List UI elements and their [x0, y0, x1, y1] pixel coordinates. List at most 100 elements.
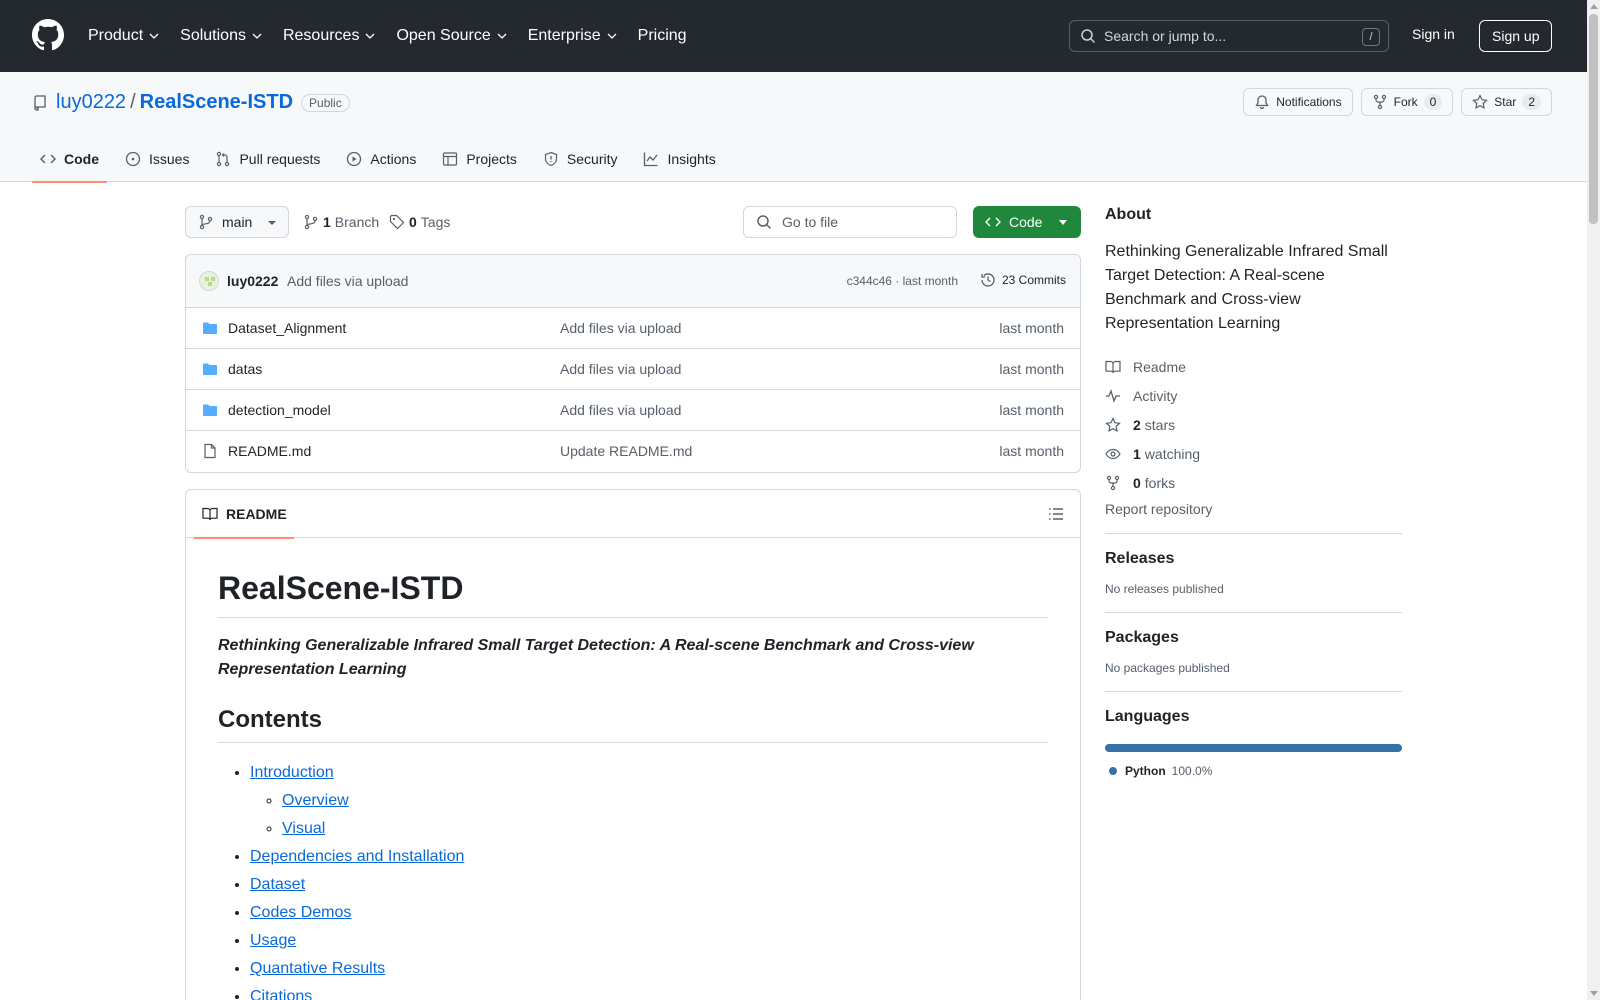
code-dropdown-button[interactable]: Code [973, 206, 1081, 238]
commit-message-link[interactable]: Add files via upload [287, 273, 408, 289]
file-row[interactable]: Dataset_Alignment Add files via upload l… [186, 308, 1080, 349]
releases-note: No releases published [1105, 582, 1224, 596]
nav-open-source[interactable]: Open Source [396, 27, 507, 45]
watching-link[interactable]: 1 watching [1105, 439, 1402, 468]
stars-link[interactable]: 2 stars [1105, 410, 1402, 439]
readme-link[interactable]: Readme [1105, 352, 1402, 381]
nav-solutions[interactable]: Solutions [180, 27, 263, 45]
star-button[interactable]: Star 2 [1461, 88, 1552, 116]
repo-header: luy0222 / RealScene-ISTD Public Notifica… [0, 72, 1587, 183]
tab-insights[interactable]: Insights [635, 136, 723, 182]
repo-name-link[interactable]: RealScene-ISTD [140, 91, 293, 114]
search-input[interactable]: Search or jump to... / [1069, 20, 1389, 52]
search-shortcut-key: / [1362, 28, 1380, 46]
issue-icon [125, 151, 141, 167]
toc-link-visual[interactable]: Visual [282, 820, 325, 837]
file-row[interactable]: README.md Update README.md last month [186, 431, 1080, 472]
pulse-icon [1106, 388, 1120, 403]
repo-title: luy0222 / RealScene-ISTD Public [32, 91, 350, 114]
page-scrollbar[interactable] [1587, 0, 1600, 1000]
about-sidebar: About Rethinking Generalizable Infrared … [1105, 206, 1402, 778]
language-color-dot [1109, 767, 1117, 775]
packages-section: Packages No packages published [1105, 612, 1402, 675]
repo-separator: / [130, 91, 136, 113]
code-icon [985, 217, 1001, 227]
chevron-down-icon [149, 33, 159, 39]
table-icon [443, 152, 458, 166]
scroll-down-arrow-icon[interactable] [1590, 991, 1598, 996]
nav-pricing[interactable]: Pricing [638, 27, 687, 45]
notifications-button[interactable]: Notifications [1243, 88, 1353, 116]
toc-link-introduction[interactable]: Introduction [250, 764, 334, 781]
file-row[interactable]: detection_model Add files via upload las… [186, 390, 1080, 431]
avatar[interactable] [199, 271, 219, 291]
branch-selector[interactable]: main [185, 206, 289, 238]
languages-heading: Languages [1105, 708, 1190, 725]
tags-link[interactable]: 0 Tags [389, 206, 450, 238]
outline-list-icon[interactable] [1048, 506, 1064, 522]
branches-link[interactable]: 1 Branch [303, 206, 379, 238]
fork-button[interactable]: Fork 0 [1360, 88, 1454, 116]
file-toolbar: main 1 Branch 0 Tags Go to file Code [185, 206, 1081, 238]
toc-link-dependencies[interactable]: Dependencies and Installation [250, 848, 464, 865]
toc-link-citations[interactable]: Citations [250, 988, 312, 1000]
file-icon [204, 443, 216, 459]
toc-link-overview[interactable]: Overview [282, 792, 349, 809]
list-item: Quantative Results [250, 955, 1048, 983]
repo-icon [34, 94, 46, 111]
commit-meta[interactable]: c344c46 · last month [847, 274, 958, 288]
toc-link-usage[interactable]: Usage [250, 932, 296, 949]
go-to-file-input[interactable]: Go to file [743, 206, 957, 238]
main-content: main 1 Branch 0 Tags Go to file Code luy02… [185, 206, 1081, 1000]
nav-resources[interactable]: Resources [283, 27, 376, 45]
sign-in-link[interactable]: Sign in [1412, 26, 1455, 42]
scrollbar-thumb[interactable] [1589, 14, 1598, 224]
file-commit-message[interactable]: Add files via upload [560, 320, 681, 336]
tab-code[interactable]: Code [32, 136, 107, 183]
file-row[interactable]: datas Add files via upload last month [186, 349, 1080, 390]
file-commit-message[interactable]: Update README.md [560, 443, 692, 459]
branch-icon [304, 214, 318, 230]
sign-up-button[interactable]: Sign up [1479, 20, 1553, 52]
about-description: Rethinking Generalizable Infrared Small … [1105, 243, 1388, 332]
packages-heading[interactable]: Packages [1105, 629, 1402, 647]
language-percent: 100.0% [1171, 764, 1213, 778]
languages-section: Languages Python 100.0% [1105, 691, 1402, 778]
file-date: last month [999, 320, 1064, 336]
file-name-link[interactable]: README.md [228, 443, 311, 459]
table-of-contents: Introduction Overview Visual Dependencie… [218, 759, 1048, 1000]
report-repository-link[interactable]: Report repository [1105, 501, 1402, 517]
tab-issues[interactable]: Issues [117, 136, 197, 182]
chevron-down-icon [607, 33, 617, 39]
activity-link[interactable]: Activity [1105, 381, 1402, 410]
search-icon [757, 215, 772, 230]
tab-projects[interactable]: Projects [434, 136, 525, 182]
toc-link-dataset[interactable]: Dataset [250, 876, 305, 893]
file-name-link[interactable]: datas [228, 361, 262, 377]
tab-actions[interactable]: Actions [338, 136, 424, 182]
forks-link[interactable]: 0 forks [1105, 468, 1402, 497]
tab-pull-requests[interactable]: Pull requests [207, 136, 328, 182]
file-name-link[interactable]: detection_model [228, 402, 331, 418]
toc-link-quantative-results[interactable]: Quantative Results [250, 960, 385, 977]
file-commit-message[interactable]: Add files via upload [560, 402, 681, 418]
scroll-up-arrow-icon[interactable] [1590, 4, 1598, 9]
language-item[interactable]: Python 100.0% [1105, 764, 1402, 778]
nav-product[interactable]: Product [88, 27, 160, 45]
toc-link-codes-demos[interactable]: Codes Demos [250, 904, 351, 921]
tab-security[interactable]: Security [535, 136, 626, 182]
commit-author-link[interactable]: luy0222 [227, 273, 278, 289]
nav-enterprise[interactable]: Enterprise [528, 27, 618, 45]
repo-owner-link[interactable]: luy0222 [56, 91, 126, 114]
file-commit-message[interactable]: Add files via upload [560, 361, 681, 377]
file-name-link[interactable]: Dataset_Alignment [228, 320, 346, 336]
readme-tab[interactable]: README [194, 490, 294, 539]
github-logo-icon[interactable] [32, 19, 64, 51]
bell-icon [1255, 95, 1269, 110]
releases-heading[interactable]: Releases [1105, 550, 1402, 568]
commits-link[interactable]: 23 Commits [980, 272, 1066, 288]
star-icon [1472, 94, 1489, 110]
site-header: Product Solutions Resources Open Source … [0, 0, 1587, 72]
chevron-down-icon [252, 33, 262, 39]
shield-icon [544, 151, 558, 167]
